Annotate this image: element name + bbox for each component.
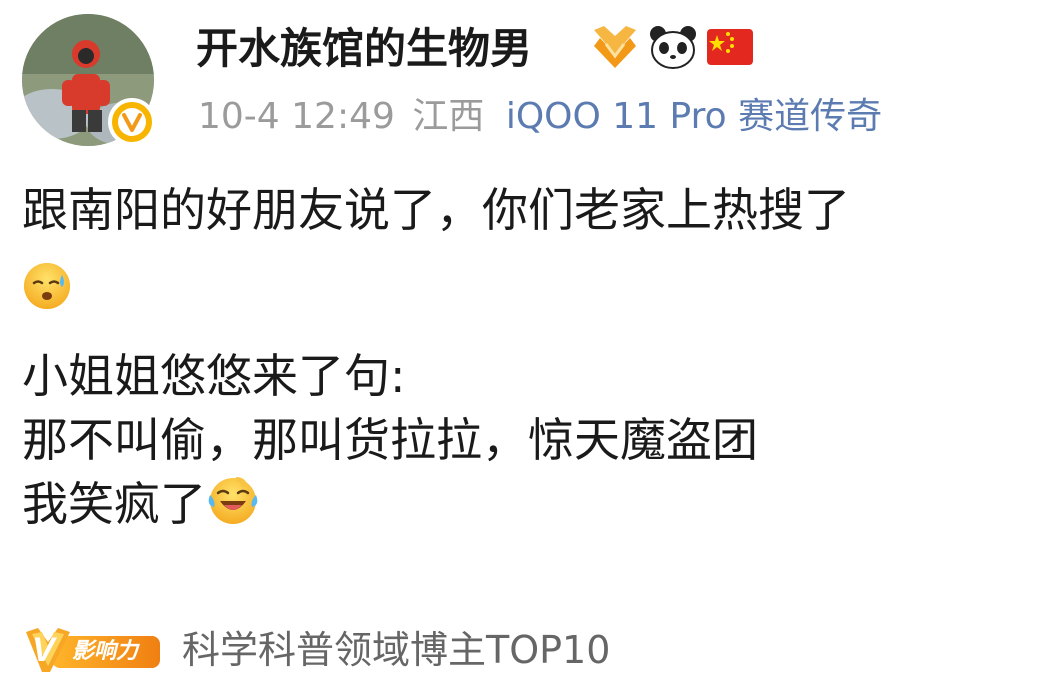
panda-emoji-icon — [648, 24, 698, 74]
influence-badge[interactable]: V 影响力 — [22, 624, 164, 676]
avatar-container[interactable] — [22, 14, 156, 146]
china-flag-icon — [706, 27, 754, 71]
influence-footer-text[interactable]: 科学科普领域博主TOP10 — [182, 624, 610, 676]
content-line-1: 跟南阳的好朋友说了，你们老家上热搜了 — [22, 183, 850, 237]
post-device[interactable]: iQOO 11 Pro 赛道传奇 — [506, 96, 882, 137]
post-meta: 10-4 12:49 江西 iQOO 11 Pro 赛道传奇 — [198, 94, 882, 140]
content-line-5: 我笑疯了 — [22, 472, 1032, 543]
content-line-4: 那不叫偷，那叫货拉拉，惊天魔盗团 — [22, 413, 758, 467]
influence-badge-letter: V — [32, 631, 55, 669]
sweat-smile-emoji-icon — [22, 261, 72, 327]
medal-badge-icon[interactable] — [590, 24, 640, 74]
verified-v-icon — [108, 98, 156, 146]
post-content: 跟南阳的好朋友说了，你们老家上热搜了 小姐姐悠悠来了句: 那不叫偷，那叫货拉拉，… — [22, 178, 1032, 543]
user-badges — [590, 24, 754, 74]
post-location: 江西 — [412, 96, 485, 137]
post-time: 10-4 12:49 — [198, 96, 395, 137]
influence-badge-label: 影响力 — [72, 639, 139, 664]
laughing-tears-emoji-icon — [206, 473, 260, 543]
influence-footer[interactable]: V 影响力 科学科普领域博主TOP10 — [22, 624, 610, 676]
username[interactable]: 开水族馆的生物男 — [196, 22, 532, 76]
content-line-2 — [22, 258, 1032, 344]
content-line-5-text: 我笑疯了 — [22, 477, 206, 531]
content-line-3: 小姐姐悠悠来了句: — [22, 349, 406, 403]
